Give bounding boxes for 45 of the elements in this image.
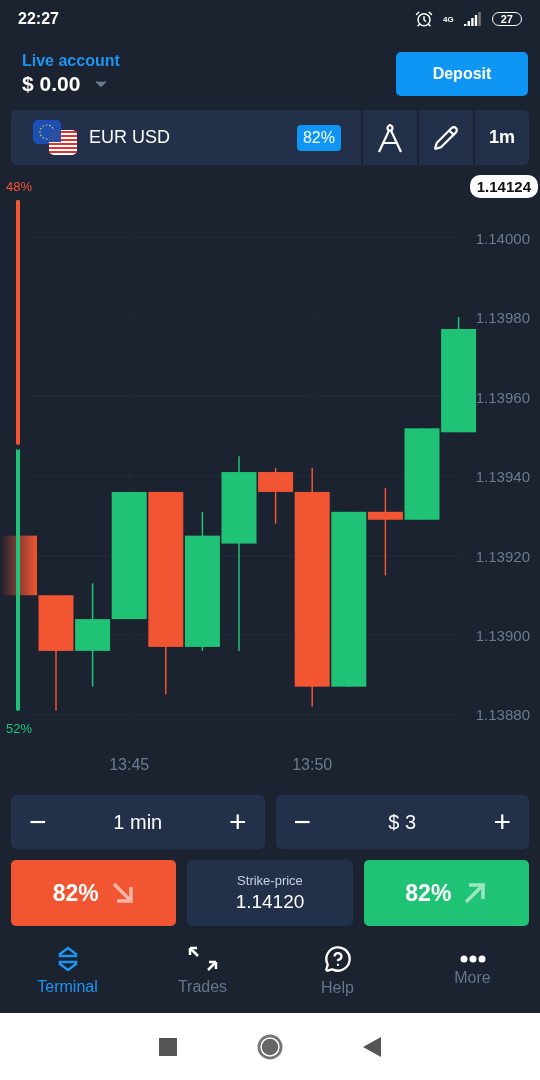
recents-icon[interactable] <box>159 1037 177 1056</box>
payout-badge: 82% <box>296 124 341 151</box>
price-axis-label: 1.13960 <box>475 388 530 406</box>
signal-icon <box>463 12 482 26</box>
currency-flags-icon <box>33 119 79 156</box>
compass-icon <box>377 122 403 153</box>
arrows-icon <box>187 946 218 972</box>
price-axis-label: 1.13920 <box>475 547 530 565</box>
back-icon[interactable] <box>363 1036 381 1057</box>
more-icon <box>459 955 486 963</box>
price-axis-label: 1.13940 <box>475 468 530 486</box>
account-type: Live account <box>22 52 120 70</box>
price-axis-label: 1.14000 <box>475 229 530 247</box>
strike-price-value: 1.14120 <box>235 891 305 913</box>
timeframe-button[interactable]: 1m <box>475 110 529 165</box>
pencil-button[interactable] <box>419 110 473 165</box>
sell-percentage: 48% <box>6 179 33 194</box>
nav-tab[interactable]: Terminal <box>0 929 135 1013</box>
stepper-value: $ 3 <box>388 810 417 834</box>
asset-name[interactable]: EUR USD <box>89 127 287 148</box>
pencil-icon <box>433 124 459 151</box>
price-axis-label: 1.13880 <box>475 706 530 724</box>
minus-button[interactable]: − <box>25 807 51 837</box>
status-time: 22:27 <box>18 10 59 28</box>
stepper-field[interactable]: − 1 min + <box>11 795 265 849</box>
time-axis-label: 13:45 <box>109 756 150 773</box>
arrow-up-right-icon <box>463 881 488 905</box>
time-axis-label: 13:50 <box>292 756 333 773</box>
alarm-icon <box>415 10 434 28</box>
help-icon <box>323 945 352 973</box>
strike-price-label: Strike-price <box>237 873 303 888</box>
drawing-tools-button[interactable] <box>363 110 417 165</box>
stepper-value: 1 min <box>113 810 163 834</box>
price-axis-label: 1.13980 <box>475 309 530 327</box>
current-price-tag: 1.14124 <box>469 175 538 198</box>
minus-button[interactable]: − <box>289 807 316 837</box>
price-axis-label: 1.13900 <box>475 627 530 644</box>
account-balance: $ 0.00 <box>22 72 81 96</box>
stepper-field[interactable]: − $ 3 + <box>275 795 529 849</box>
plus-button[interactable]: + <box>489 807 515 837</box>
network-type: 4G <box>443 14 454 24</box>
home-icon[interactable] <box>257 1033 283 1060</box>
buy-percentage: 52% <box>6 721 33 736</box>
arrow-down-right-icon <box>110 881 135 905</box>
plus-button[interactable]: + <box>224 807 251 837</box>
